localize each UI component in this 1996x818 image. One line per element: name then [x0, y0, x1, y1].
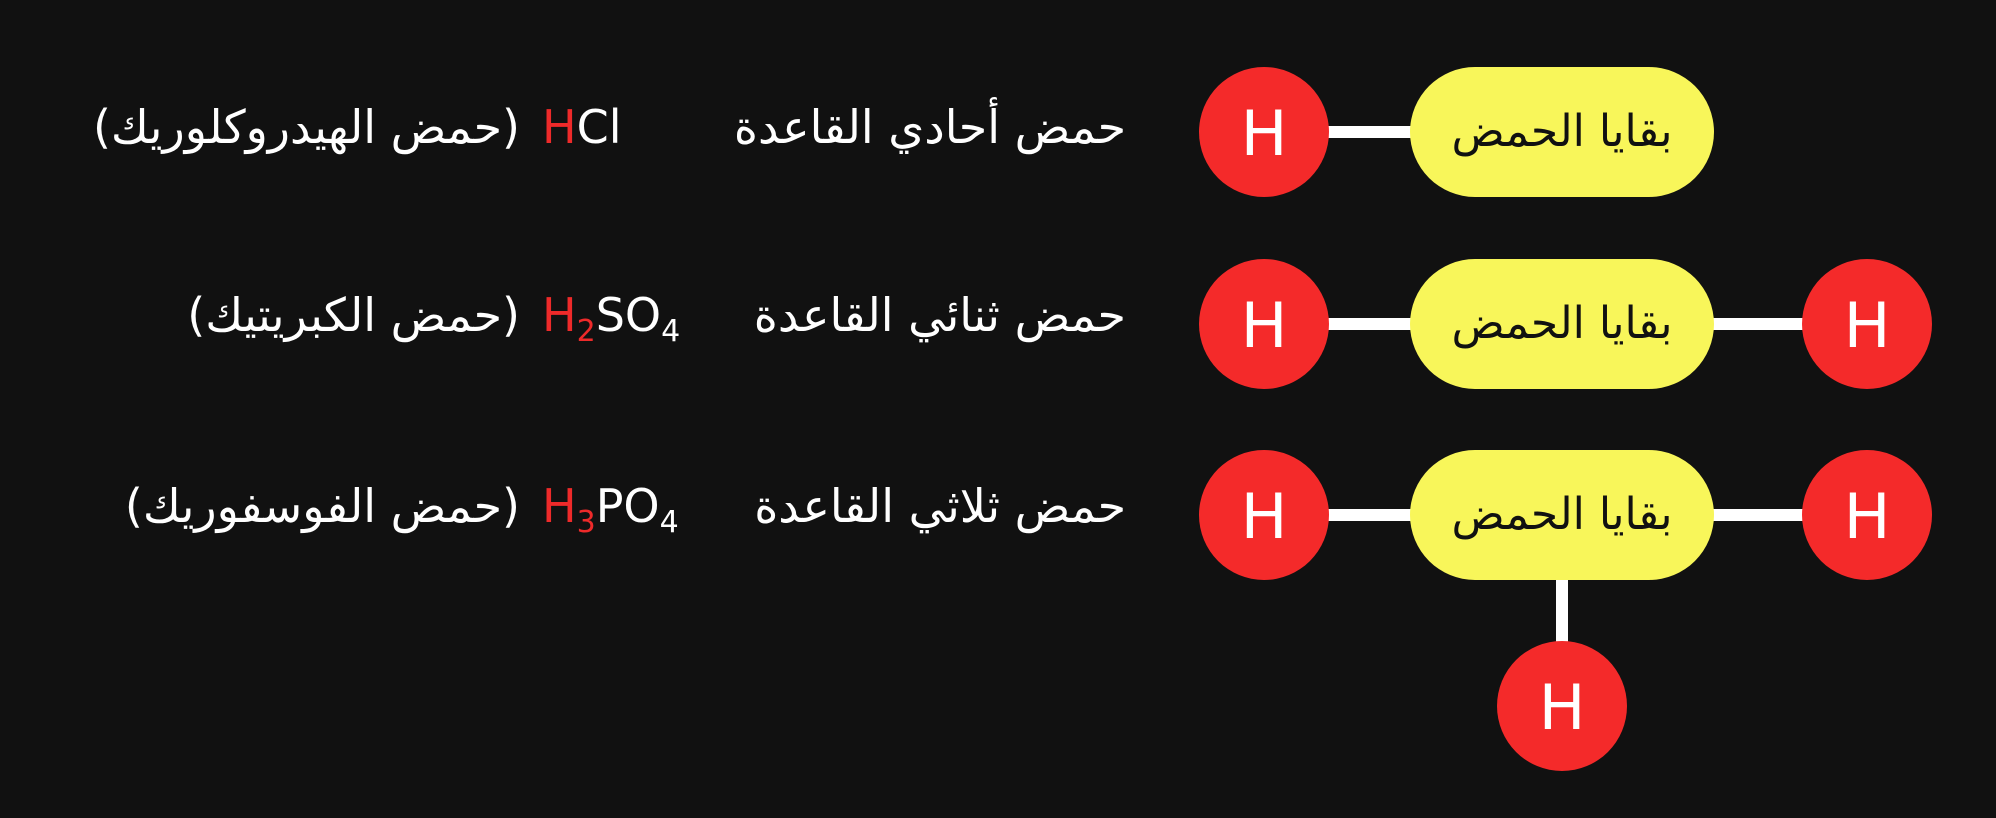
hydrogen-atom-label: H	[1241, 480, 1288, 553]
molecule-tribasic: H بقايا الحمض H H	[1199, 450, 1932, 771]
molecule-dibasic: H بقايا الحمض H	[1199, 259, 1932, 389]
acid-residue-label: بقايا الحمض	[1452, 298, 1673, 349]
hydrogen-atom-label: H	[1844, 289, 1891, 362]
acid-residue-label: بقايا الحمض	[1452, 106, 1673, 157]
hydrogen-atom-label: H	[1241, 97, 1288, 170]
hydrogen-atom-label: H	[1241, 289, 1288, 362]
molecule-structures: H بقايا الحمض H بقايا الحمض H H بقايا ال…	[1199, 67, 1932, 771]
acid-residue-label: بقايا الحمض	[1452, 489, 1673, 540]
hydrogen-atom-label: H	[1844, 480, 1891, 553]
acid-basicity-diagram: حمض أحادي القاعدة HCl (حمض الهيدروكلوريك…	[0, 0, 1996, 818]
molecule-monobasic: H بقايا الحمض	[1199, 67, 1714, 197]
hydrogen-atom-label: H	[1539, 671, 1586, 744]
